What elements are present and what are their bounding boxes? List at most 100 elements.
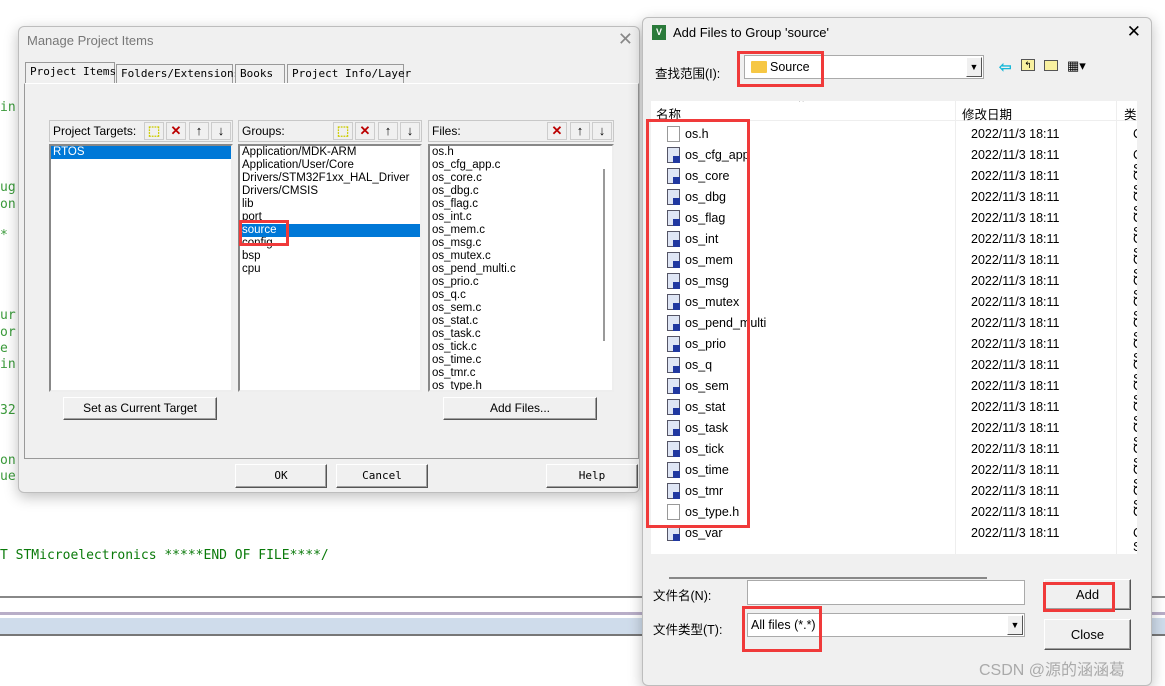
list-item[interactable]: os_stat.c [430, 315, 612, 328]
files-list[interactable]: os.h os_cfg_app.c os_core.c os_dbg.c os_flag… [428, 144, 614, 392]
highlight-box [646, 119, 750, 528]
file-date: 2022/11/3 18:11 [971, 358, 1060, 372]
close-button[interactable]: Close [1044, 619, 1131, 650]
list-item[interactable]: cpu [240, 263, 420, 276]
code-fragment: e [0, 341, 8, 356]
add-files-dialog: V Add Files to Group 'source' ✕ 查找范围(I):… [642, 17, 1152, 686]
delete-icon[interactable]: ✕ [355, 122, 375, 140]
list-item[interactable]: bsp [240, 250, 420, 263]
set-current-target-button[interactable]: Set as Current Target [63, 397, 217, 420]
file-date: 2022/11/3 18:11 [971, 190, 1060, 204]
tab-books[interactable]: Books [235, 64, 285, 83]
new-icon[interactable]: ⬚ [144, 122, 164, 140]
list-item[interactable]: lib [240, 198, 420, 211]
groups-list[interactable]: Application/MDK-ARM Application/User/Core… [238, 144, 422, 392]
delete-icon[interactable]: ✕ [166, 122, 186, 140]
new-icon[interactable]: ⬚ [333, 122, 353, 140]
groups-header: Groups: ⬚ ✕ ↑ ↓ [238, 120, 422, 142]
list-item[interactable]: Application/MDK-ARM [240, 146, 420, 159]
view-menu-icon[interactable]: ▦▾ [1067, 58, 1086, 74]
new-folder-icon[interactable] [1044, 60, 1058, 71]
list-item[interactable]: RTOS [51, 146, 231, 159]
list-item[interactable]: os_prio.c [430, 276, 612, 289]
close-icon[interactable]: ✕ [618, 29, 633, 50]
file-date: 2022/11/3 18:11 [971, 148, 1060, 162]
list-item[interactable]: os_mem.c [430, 224, 612, 237]
tab-project-info-layer[interactable]: Project Info/Layer [287, 64, 411, 83]
dialog-title: Manage Project Items [27, 33, 154, 48]
list-item[interactable]: os_int.c [430, 211, 612, 224]
chevron-down-icon[interactable]: ▼ [1007, 615, 1023, 635]
help-button[interactable]: Help [546, 464, 638, 488]
list-item[interactable]: os.h [430, 146, 612, 159]
back-icon[interactable]: ⇦ [999, 58, 1012, 76]
list-item[interactable]: os_dbg.c [430, 185, 612, 198]
highlight-box [1043, 582, 1115, 612]
list-item[interactable]: os_pend_multi.c [430, 263, 612, 276]
code-end-line: T STMicroelectronics *****END OF FILE***… [0, 548, 329, 563]
files-header: Files: ✕ ↑ ↓ [428, 120, 614, 142]
targets-header: Project Targets: ⬚ ✕ ↑ ↓ [49, 120, 233, 142]
column-date[interactable]: 修改日期 [962, 104, 1012, 123]
file-date: 2022/11/3 18:11 [971, 253, 1060, 267]
targets-label: Project Targets: [53, 124, 137, 138]
ok-button[interactable]: OK [235, 464, 327, 488]
file-date: 2022/11/3 18:11 [971, 463, 1060, 477]
targets-list[interactable]: RTOS [49, 144, 233, 392]
code-fragment: ur [0, 308, 16, 323]
cancel-button[interactable]: Cancel [336, 464, 428, 488]
list-item[interactable]: Drivers/CMSIS [240, 185, 420, 198]
tab-project-items[interactable]: Project Items [25, 62, 116, 83]
move-up-icon[interactable]: ↑ [570, 122, 590, 140]
list-item[interactable]: os_tmr.c [430, 367, 612, 380]
move-down-icon[interactable]: ↓ [400, 122, 420, 140]
list-item[interactable]: os_sem.c [430, 302, 612, 315]
filename-label: 文件名(N): [653, 589, 712, 603]
code-fragment: on [0, 453, 16, 468]
groups-label: Groups: [242, 124, 285, 138]
list-item[interactable]: os_msg.c [430, 237, 612, 250]
delete-icon[interactable]: ✕ [547, 122, 567, 140]
list-item[interactable]: Application/User/Core [240, 159, 420, 172]
move-down-icon[interactable]: ↓ [211, 122, 231, 140]
list-item[interactable]: os_type.h [430, 380, 612, 390]
close-icon[interactable]: ✕ [1127, 22, 1141, 42]
list-item[interactable]: os_time.c [430, 354, 612, 367]
column-type[interactable]: 类 [1124, 104, 1137, 123]
file-date: 2022/11/3 18:11 [971, 400, 1060, 414]
file-date: 2022/11/3 18:11 [971, 211, 1060, 225]
filename-input[interactable] [747, 580, 1025, 605]
up-folder-icon[interactable]: ↰ [1021, 59, 1035, 71]
horizontal-scrollbar[interactable] [669, 577, 987, 579]
move-down-icon[interactable]: ↓ [592, 122, 612, 140]
highlight-box [239, 220, 289, 246]
code-fragment: or [0, 325, 16, 340]
list-item[interactable]: os_task.c [430, 328, 612, 341]
list-item[interactable]: os_flag.c [430, 198, 612, 211]
files-scrollbar[interactable] [603, 169, 605, 341]
file-date: 2022/11/3 18:11 [971, 379, 1060, 393]
highlight-box [737, 51, 824, 87]
sort-up-icon: ^ [799, 101, 804, 108]
tab-folders-extensions[interactable]: Folders/Extensions [116, 64, 240, 83]
list-item[interactable]: os_tick.c [430, 341, 612, 354]
file-date: 2022/11/3 18:11 [971, 169, 1060, 183]
file-type: C S [1133, 526, 1137, 554]
file-date: 2022/11/3 18:11 [971, 232, 1060, 246]
list-item[interactable]: Drivers/STM32F1xx_HAL_Driver [240, 172, 420, 185]
list-item[interactable]: os_q.c [430, 289, 612, 302]
highlight-box [742, 606, 822, 652]
file-type: C/ [1133, 127, 1137, 141]
chevron-down-icon[interactable]: ▼ [966, 57, 982, 77]
file-date: 2022/11/3 18:11 [971, 295, 1060, 309]
add-files-button[interactable]: Add Files... [443, 397, 597, 420]
file-date: 2022/11/3 18:11 [971, 505, 1060, 519]
list-item[interactable]: os_cfg_app.c [430, 159, 612, 172]
list-item[interactable]: os_mutex.c [430, 250, 612, 263]
code-fragment: ue [0, 469, 16, 484]
move-up-icon[interactable]: ↑ [378, 122, 398, 140]
file-date: 2022/11/3 18:11 [971, 484, 1060, 498]
list-item[interactable]: os_core.c [430, 172, 612, 185]
look-in-label: 查找范围(I): [655, 67, 721, 81]
move-up-icon[interactable]: ↑ [189, 122, 209, 140]
